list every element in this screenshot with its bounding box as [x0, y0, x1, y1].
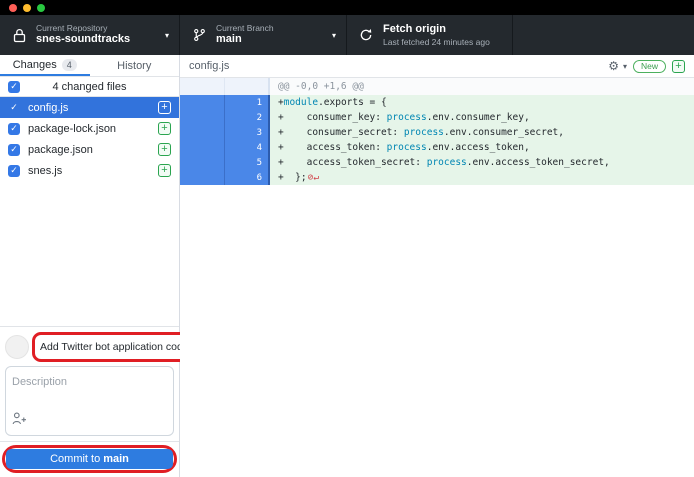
minimize-button[interactable]: [23, 4, 31, 12]
diff-line[interactable]: 3 + consumer_secret: process.env.consume…: [180, 125, 694, 140]
description-placeholder: Description: [12, 376, 67, 388]
file-name: package-lock.json: [28, 123, 150, 135]
sidebar-spacer: [0, 181, 179, 326]
tab-history[interactable]: History: [90, 55, 180, 76]
diff-line[interactable]: 1 +module.exports = {: [180, 95, 694, 110]
added-status-icon: +: [158, 101, 171, 114]
select-all-checkbox[interactable]: ✓: [8, 81, 20, 93]
close-button[interactable]: [9, 4, 17, 12]
git-branch-icon: [190, 28, 208, 42]
line-number: 5: [225, 155, 270, 170]
chevron-down-icon: ▾: [165, 31, 169, 40]
commit-to-main-button[interactable]: Commit to main: [6, 449, 173, 469]
github-desktop-window: Current Repository snes-soundtracks ▾ Cu…: [0, 0, 694, 477]
line-number: 2: [225, 110, 270, 125]
changes-count-badge: 4: [62, 59, 77, 71]
tab-changes[interactable]: Changes 4: [0, 55, 90, 76]
line-number: 1: [225, 95, 270, 110]
lock-icon: [10, 28, 28, 43]
tab-history-label: History: [117, 60, 151, 72]
line-number: 6: [225, 170, 270, 185]
file-checkbox[interactable]: ✓: [8, 165, 20, 177]
fetch-origin-button[interactable]: Fetch origin Last fetched 24 minutes ago: [347, 15, 513, 55]
branch-name: main: [216, 33, 328, 47]
chevron-down-icon: ▾: [332, 31, 336, 40]
file-name: config.js: [28, 102, 150, 114]
file-checkbox[interactable]: ✓: [8, 102, 20, 114]
diff-line[interactable]: 5 + access_token_secret: process.env.acc…: [180, 155, 694, 170]
file-row-package-json[interactable]: ✓ package.json +: [0, 139, 179, 160]
repository-name: snes-soundtracks: [36, 33, 161, 47]
line-number: 3: [225, 125, 270, 140]
changed-files-count: 4 changed files: [53, 81, 127, 93]
commit-branch-name: main: [103, 453, 129, 465]
repository-label: Current Repository: [36, 23, 161, 34]
diff-content: @@ -0,0 +1,6 @@ 1 +module.exports = { 2 …: [180, 78, 694, 185]
fetch-sublabel: Last fetched 24 minutes ago: [383, 37, 502, 48]
hunk-header-text: @@ -0,0 +1,6 @@: [270, 78, 694, 95]
commit-summary-input[interactable]: Add Twitter bot application code: [40, 341, 189, 353]
fetch-label: Fetch origin: [383, 23, 502, 37]
file-name: package.json: [28, 144, 150, 156]
no-newline-icon: ⊘↵: [308, 172, 319, 183]
commit-footer: Commit to main: [0, 441, 179, 473]
file-row-config-js[interactable]: ✓ config.js +: [0, 97, 179, 118]
added-status-icon: +: [158, 143, 171, 156]
sidebar-tabs: Changes 4 History: [0, 55, 179, 77]
summary-annotation-highlight: Add Twitter bot application code: [32, 332, 197, 362]
avatar: [5, 335, 29, 359]
branch-label: Current Branch: [216, 23, 328, 34]
added-status-icon: +: [158, 122, 171, 135]
file-row-snes-js[interactable]: ✓ snes.js +: [0, 160, 179, 181]
current-repository-dropdown[interactable]: Current Repository snes-soundtracks ▾: [0, 15, 180, 55]
tab-changes-label: Changes: [13, 59, 57, 71]
hunk-header-row: @@ -0,0 +1,6 @@: [180, 78, 694, 95]
changes-sidebar: Changes 4 History ✓ 4 changed files ✓ co…: [0, 55, 180, 477]
file-row-package-lock-json[interactable]: ✓ package-lock.json +: [0, 118, 179, 139]
added-status-icon: +: [158, 164, 171, 177]
toolbar: Current Repository snes-soundtracks ▾ Cu…: [0, 15, 694, 55]
diff-line[interactable]: 2 + consumer_key: process.env.consumer_k…: [180, 110, 694, 125]
chevron-down-icon[interactable]: ▾: [623, 62, 627, 71]
titlebar: [0, 0, 694, 15]
commit-form: Add Twitter bot application code Descrip…: [0, 326, 179, 477]
diff-header: config.js ⚙ ▾ New +: [180, 55, 694, 78]
gear-icon[interactable]: ⚙: [608, 60, 619, 72]
current-branch-dropdown[interactable]: Current Branch main ▾: [180, 15, 347, 55]
commit-annotation-highlight: Commit to main: [2, 445, 177, 473]
file-list: ✓ config.js + ✓ package-lock.json + ✓ pa…: [0, 97, 179, 181]
changed-files-header: ✓ 4 changed files: [0, 77, 179, 97]
sync-icon: [357, 28, 375, 42]
commit-description-input[interactable]: Description: [5, 366, 174, 436]
zoom-button[interactable]: [37, 4, 45, 12]
added-status-icon: +: [672, 60, 685, 73]
file-checkbox[interactable]: ✓: [8, 123, 20, 135]
line-number: 4: [225, 140, 270, 155]
add-coauthor-icon[interactable]: [12, 412, 27, 430]
new-file-badge: New: [633, 60, 666, 73]
file-name: snes.js: [28, 165, 150, 177]
diff-file-title: config.js: [189, 60, 602, 72]
diff-view: config.js ⚙ ▾ New + @@ -0,0 +1,6 @@ 1 +m…: [180, 55, 694, 477]
file-checkbox[interactable]: ✓: [8, 144, 20, 156]
diff-line[interactable]: 6 + };⊘↵: [180, 170, 694, 185]
diff-line[interactable]: 4 + access_token: process.env.access_tok…: [180, 140, 694, 155]
